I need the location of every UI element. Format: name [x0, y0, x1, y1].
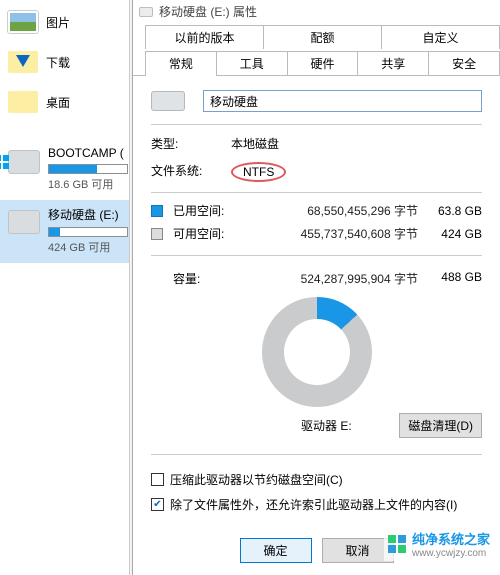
drive-title: 移动硬盘 (E:)	[48, 206, 128, 223]
compress-check-row[interactable]: 压缩此驱动器以节约磁盘空间(C)	[151, 467, 482, 492]
free-label: 可用空间:	[173, 225, 233, 242]
usage-donut-chart	[151, 287, 482, 411]
drive-icon	[8, 210, 40, 234]
quick-label: 桌面	[46, 94, 70, 111]
total-bytes: 524,287,995,904 字节	[241, 270, 418, 287]
index-check-row[interactable]: 除了文件属性外，还允许索引此驱动器上文件的内容(I)	[151, 492, 482, 517]
index-label: 除了文件属性外，还允许索引此驱动器上文件的内容(I)	[170, 496, 457, 513]
used-swatch	[151, 205, 163, 217]
tab-custom[interactable]: 自定义	[381, 25, 500, 49]
drive-title: BOOTCAMP (	[48, 146, 128, 160]
disk-large-icon	[151, 91, 185, 111]
pictures-icon	[8, 11, 38, 33]
watermark: 纯净系统之家 www.ycwjzy.com	[384, 527, 494, 561]
tab-row-1: 以前的版本 配额 自定义	[133, 25, 500, 49]
free-swatch	[151, 228, 163, 240]
drive-small-icon	[139, 7, 153, 17]
free-size: 424 GB	[426, 227, 482, 241]
downloads-icon	[8, 51, 38, 73]
watermark-url: www.ycwjzy.com	[412, 548, 490, 559]
total-size: 488 GB	[426, 270, 482, 287]
watermark-logo-icon	[388, 535, 406, 553]
usage-bar	[48, 164, 128, 174]
explorer-sidebar: 图片 下载 桌面 BOOTCAMP ( 18.6 GB 可用 移动硬盘 (E:)…	[0, 0, 130, 575]
window-title: 移动硬盘 (E:) 属性	[159, 3, 257, 20]
used-size: 63.8 GB	[426, 204, 482, 218]
ok-button[interactable]: 确定	[240, 538, 312, 563]
checkbox-index[interactable]	[151, 498, 164, 511]
drive-item-removable[interactable]: 移动硬盘 (E:) 424 GB 可用	[0, 200, 129, 263]
quick-label: 图片	[46, 14, 70, 31]
properties-window: 移动硬盘 (E:) 属性 以前的版本 配额 自定义 常规 工具 硬件 共享 安全…	[132, 0, 500, 575]
compress-label: 压缩此驱动器以节约磁盘空间(C)	[170, 471, 343, 488]
quick-access-downloads[interactable]: 下载	[0, 42, 129, 82]
drive-name-input[interactable]	[203, 90, 482, 112]
type-value: 本地磁盘	[231, 135, 279, 152]
watermark-text: 纯净系统之家	[412, 529, 490, 548]
filesystem-value: NTFS	[231, 162, 286, 182]
filesystem-label: 文件系统:	[151, 162, 213, 182]
total-label: 容量:	[173, 270, 233, 287]
cancel-button[interactable]: 取消	[322, 538, 394, 563]
tab-hardware[interactable]: 硬件	[287, 51, 359, 75]
donut-graphic	[262, 297, 372, 407]
drive-item-bootcamp[interactable]: BOOTCAMP ( 18.6 GB 可用	[0, 140, 129, 200]
drive-letter-label: 驱动器 E:	[301, 417, 352, 434]
tab-previous-versions[interactable]: 以前的版本	[145, 25, 264, 49]
disk-cleanup-button[interactable]: 磁盘清理(D)	[399, 413, 482, 438]
used-label: 已用空间:	[173, 202, 233, 219]
usage-bar	[48, 227, 128, 237]
type-label: 类型:	[151, 135, 213, 152]
tab-sharing[interactable]: 共享	[357, 51, 429, 75]
usage-fill	[49, 165, 97, 173]
free-bytes: 455,737,540,608 字节	[241, 225, 418, 242]
quick-label: 下载	[46, 54, 70, 71]
quick-access-desktop[interactable]: 桌面	[0, 82, 129, 122]
tab-row-2: 常规 工具 硬件 共享 安全	[133, 51, 500, 76]
quick-access-pictures[interactable]: 图片	[0, 2, 129, 42]
tab-tools[interactable]: 工具	[216, 51, 288, 75]
tab-security[interactable]: 安全	[428, 51, 500, 75]
general-pane: 类型: 本地磁盘 文件系统: NTFS 已用空间: 68,550,455,296…	[133, 84, 500, 517]
drive-icon	[8, 150, 40, 174]
tab-quota[interactable]: 配额	[263, 25, 382, 49]
titlebar[interactable]: 移动硬盘 (E:) 属性	[133, 0, 500, 23]
used-bytes: 68,550,455,296 字节	[241, 202, 418, 219]
usage-text: 18.6 GB 可用	[48, 176, 128, 192]
desktop-icon	[8, 91, 38, 113]
checkbox-compress[interactable]	[151, 473, 164, 486]
usage-fill	[49, 228, 60, 236]
usage-text: 424 GB 可用	[48, 239, 128, 255]
tab-general[interactable]: 常规	[145, 51, 217, 75]
